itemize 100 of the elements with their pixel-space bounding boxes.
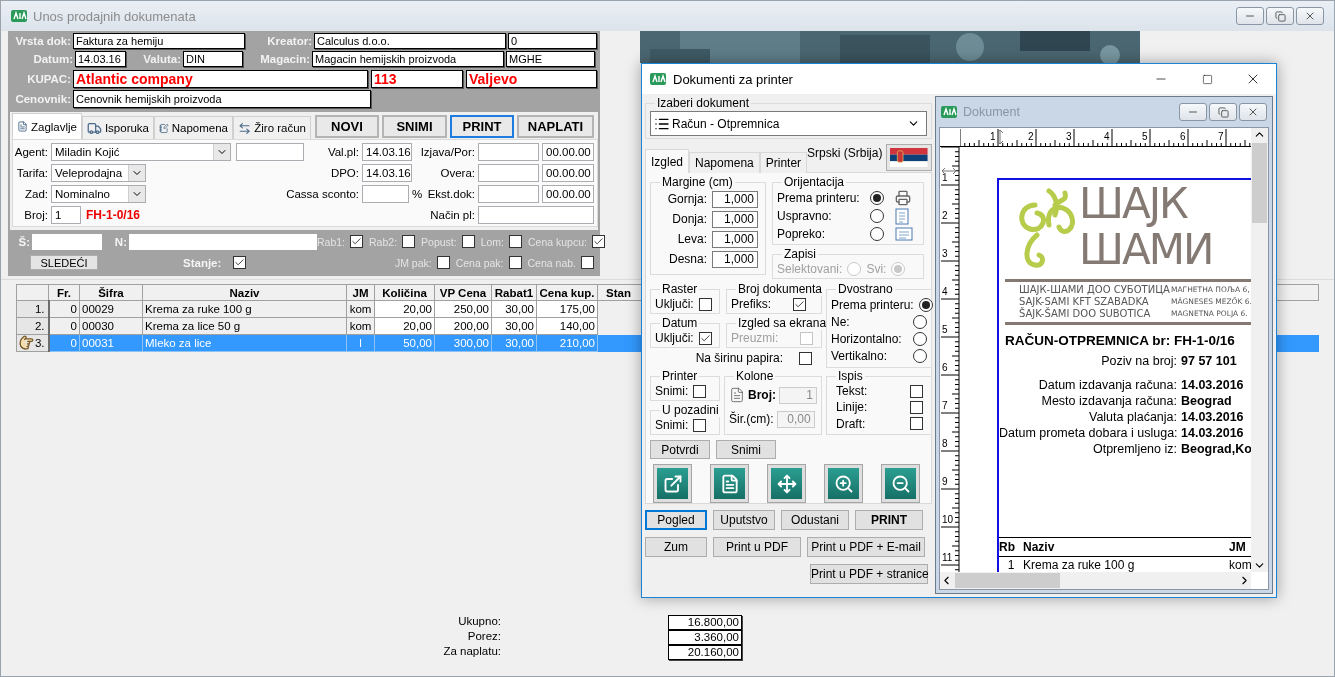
move-button[interactable] [767,464,806,503]
text-field[interactable] [478,142,539,161]
checkbox[interactable] [402,235,416,248]
checkbox[interactable] [581,256,594,269]
dialog-button[interactable]: Zum [645,537,707,557]
tab[interactable]: Žiro račun [233,116,311,139]
checkbox[interactable] [698,331,712,345]
checkbox[interactable] [592,235,605,248]
document-dropdown[interactable]: Račun - Otpremnica [650,111,927,136]
tab[interactable]: Izgled [645,149,690,173]
checkbox[interactable] [508,256,522,269]
text-field[interactable]: 0 [508,33,597,49]
radio-button[interactable] [870,209,884,223]
number-field[interactable]: 1,000 [712,230,758,248]
close-button[interactable] [1239,103,1267,121]
next-button[interactable]: SLEDEĆI [30,255,98,270]
maximize-button[interactable] [1266,7,1294,25]
checkbox[interactable] [350,235,364,248]
text-field[interactable]: 113 [371,70,463,88]
column-header[interactable]: JM [346,284,375,301]
export-button[interactable] [653,464,692,503]
tab[interactable]: Isporuka [82,116,154,139]
text-field[interactable]: Atlantic company [73,70,368,88]
dialog-button[interactable]: Pogled [645,510,707,530]
dialog-button[interactable]: Print u PDF + E-mail [807,537,925,557]
number-field[interactable]: 1,000 [712,250,758,268]
radio-button[interactable] [913,332,927,347]
checkbox[interactable] [693,418,707,432]
action-button[interactable]: PRINT [450,115,514,138]
radio-button[interactable] [918,297,933,312]
minimize-button[interactable] [1236,7,1264,25]
date-field[interactable]: 00.00.00 [542,163,594,182]
action-button[interactable]: SNIMI [382,115,447,138]
maximize-button[interactable] [1209,103,1237,121]
scrollbar-thumb[interactable] [1252,143,1267,223]
minimize-button[interactable] [1179,103,1207,121]
dialog-button[interactable]: Print u PDF + stranice [810,564,928,584]
checkbox[interactable] [698,297,712,311]
checkbox[interactable] [910,401,923,414]
column-header[interactable]: VP Cena [434,284,492,301]
scrollbar-thumb[interactable] [955,573,1060,588]
panel-button[interactable]: Potvrdi [650,440,710,459]
text-field[interactable]: MGHE [506,51,595,67]
action-button[interactable]: NAPLATI [517,115,594,138]
checkbox[interactable] [509,235,522,248]
horizontal-scrollbar[interactable] [940,572,1251,589]
date-field[interactable]: 00.00.00 [542,142,594,161]
number-field[interactable]: 1,000 [712,190,758,208]
checkbox[interactable] [910,384,923,398]
vertical-scrollbar[interactable] [1251,128,1268,572]
text-field[interactable]: DIN [183,51,243,67]
text-field[interactable]: Cenovnik hemijskih proizvoda [73,90,371,108]
zoom-in-button[interactable] [824,464,863,503]
checkbox[interactable] [693,384,707,398]
checkbox[interactable] [910,417,923,431]
column-header[interactable]: Količina [374,284,435,301]
dialog-button[interactable]: Uputstvo [713,510,775,530]
column-header[interactable]: Rabat1 [491,284,537,301]
tab[interactable]: Napomena [689,152,760,173]
date-field[interactable]: 14.03.16 [362,142,412,161]
text-field[interactable]: Faktura za hemiju [73,33,245,49]
text-field[interactable] [32,233,102,250]
column-header[interactable]: Naziv [142,284,347,301]
checkbox[interactable] [793,297,806,311]
dialog-button[interactable]: PRINT [855,510,923,530]
language-button[interactable] [886,144,932,171]
text-field[interactable]: 14.03.16 [75,51,126,67]
checkbox[interactable] [461,235,475,248]
text-field[interactable]: 1 [51,205,81,224]
panel-button[interactable]: Snimi [716,440,776,459]
tab[interactable]: Printer [759,152,808,173]
date-field[interactable]: 00.00.00 [542,184,594,203]
text-field[interactable] [129,233,317,250]
radio-button[interactable] [913,314,927,329]
close-button[interactable] [1296,7,1324,25]
text-field[interactable] [478,205,594,224]
checkbox[interactable] [436,256,450,269]
page-button[interactable] [710,464,749,503]
dropdown[interactable]: Veleprodajna [51,163,146,182]
radio-button[interactable] [870,227,884,241]
radio-button[interactable] [870,191,884,205]
date-field[interactable]: 14.03.16 [362,163,412,182]
column-header[interactable]: Šifra [79,284,143,301]
text-field[interactable] [478,184,539,203]
column-header[interactable]: Fr. [48,284,80,301]
tab[interactable]: Napomena [154,116,233,139]
checkbox[interactable] [233,256,247,269]
text-field[interactable]: Magacin hemijskih proizvoda [312,51,504,67]
text-field[interactable]: Valjevo [466,70,597,88]
radio-button[interactable] [913,349,927,364]
dropdown[interactable]: Miladin Kojić [51,142,231,161]
text-field[interactable] [478,163,539,182]
dialog-button[interactable]: Print u PDF [713,537,801,557]
text-field[interactable] [362,184,409,203]
dropdown[interactable]: Nominalno [51,184,146,203]
column-header[interactable]: Cena kup. [536,284,598,301]
text-field[interactable]: Calculus d.o.o. [314,33,506,49]
number-field[interactable]: 1,000 [712,210,758,228]
dialog-button[interactable]: Odustani [781,510,849,530]
zoom-out-button[interactable] [881,464,920,503]
